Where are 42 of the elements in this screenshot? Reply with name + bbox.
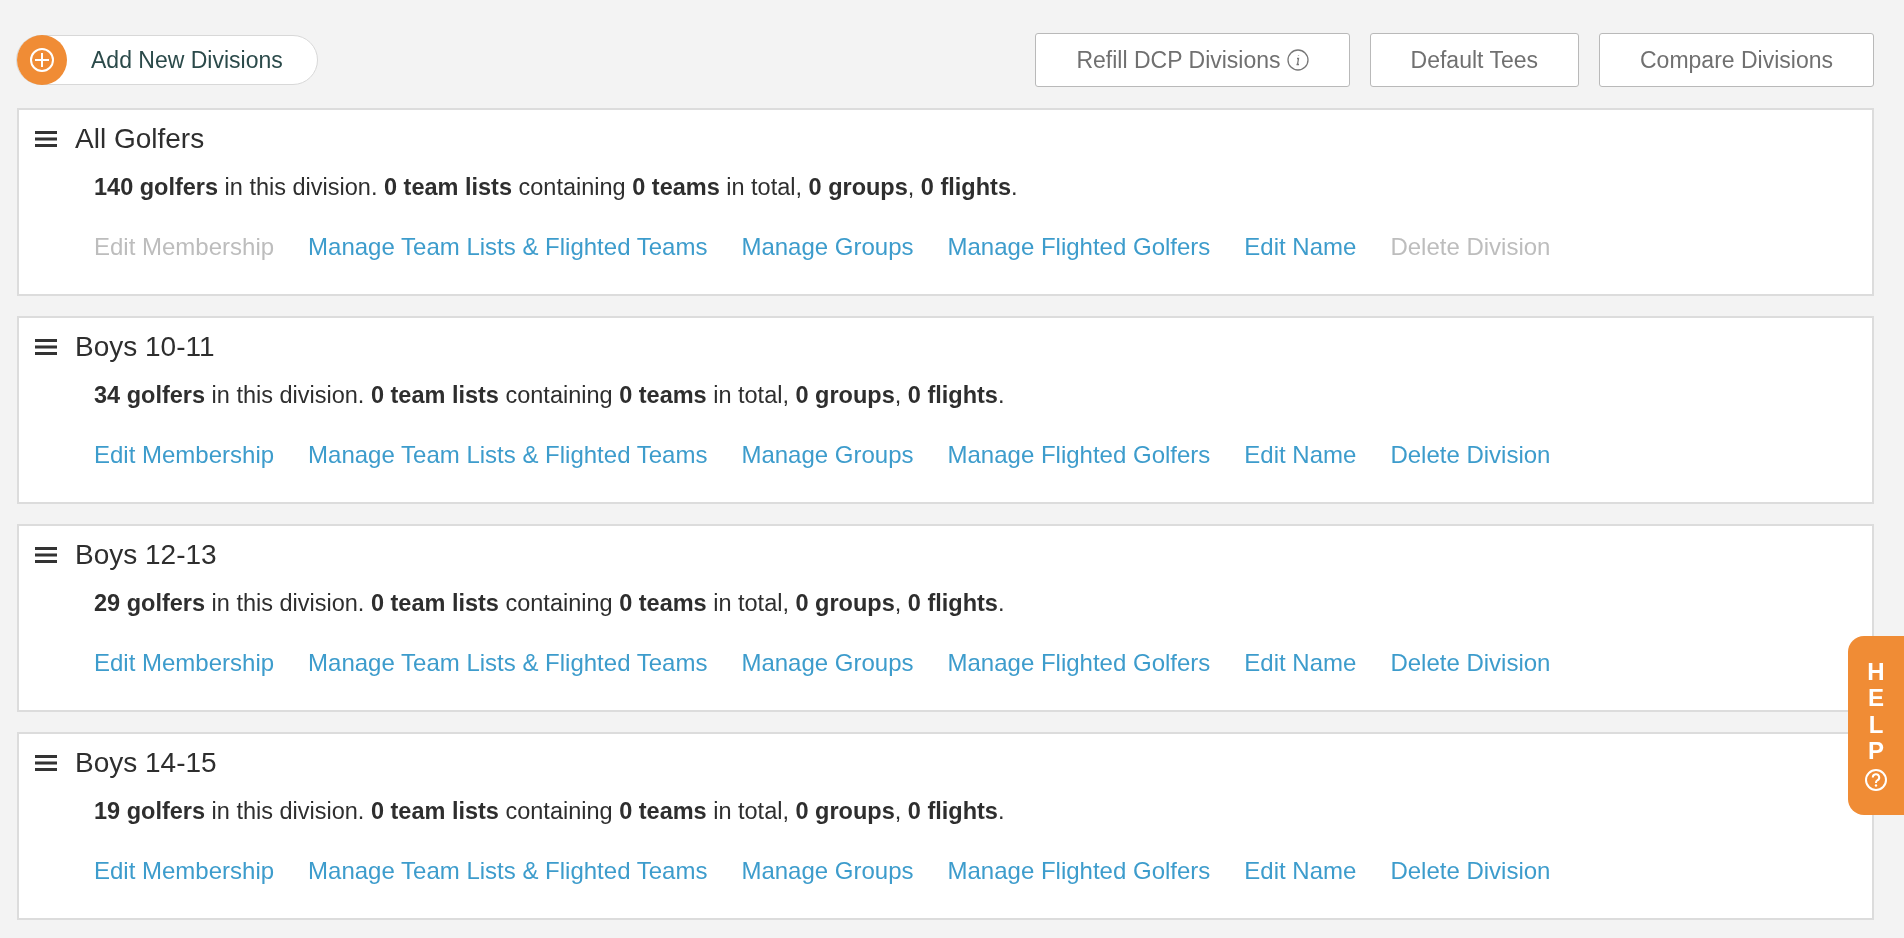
drag-handle-icon[interactable]: [35, 546, 57, 564]
drag-handle-icon[interactable]: [35, 754, 57, 772]
division-title: All Golfers: [75, 123, 205, 155]
division-title: Boys 10-11: [75, 331, 215, 363]
action-link[interactable]: Manage Flighted Golfers: [947, 233, 1211, 261]
action-link[interactable]: Edit Membership: [94, 441, 275, 469]
action-link[interactable]: Manage Groups: [741, 441, 914, 469]
division-title: Boys 14-15: [75, 747, 217, 779]
action-link[interactable]: Delete Division: [1390, 857, 1551, 885]
question-icon: [1864, 768, 1888, 793]
toolbar-button[interactable]: Default Tees: [1369, 33, 1579, 87]
action-link[interactable]: Manage Flighted Golfers: [947, 649, 1211, 677]
action-link[interactable]: Manage Flighted Golfers: [947, 857, 1211, 885]
action-link[interactable]: Manage Team Lists & Flighted Teams: [308, 233, 708, 261]
action-link[interactable]: Delete Division: [1390, 649, 1551, 677]
division-title: Boys 12-13: [75, 539, 217, 571]
action-link[interactable]: Edit Membership: [94, 649, 275, 677]
division-summary: 19 golfers in this division. 0 team lists containing 0 teams in total, 0 groups, 0 flights.: [94, 798, 1006, 825]
action-link[interactable]: Edit Name: [1244, 233, 1357, 261]
plus-icon: [17, 35, 67, 85]
drag-handle-icon[interactable]: [35, 338, 57, 356]
toolbar-button[interactable]: Refill DCP Divisions: [1035, 33, 1350, 87]
action-link[interactable]: Edit Name: [1244, 857, 1357, 885]
action-link[interactable]: Edit Name: [1244, 441, 1357, 469]
action-link[interactable]: Manage Flighted Golfers: [947, 441, 1211, 469]
division-summary: 29 golfers in this division. 0 team lists containing 0 teams in total, 0 groups, 0 flights.: [94, 590, 1006, 617]
info-icon: [1286, 49, 1309, 71]
action-link[interactable]: Manage Team Lists & Flighted Teams: [308, 441, 708, 469]
action-link[interactable]: Edit Membership: [94, 857, 275, 885]
drag-handle-icon[interactable]: [35, 130, 57, 148]
add-new-divisions-button[interactable]: Add New Divisions: [16, 35, 318, 85]
division-summary: 34 golfers in this division. 0 team lists containing 0 teams in total, 0 groups, 0 flights.: [94, 382, 1006, 409]
toolbar-button[interactable]: Compare Divisions: [1599, 33, 1874, 87]
division-summary: 140 golfers in this division. 0 team lists containing 0 teams in total, 0 groups, 0 flights.: [94, 174, 1019, 201]
action-link[interactable]: Edit Name: [1244, 649, 1357, 677]
action-link[interactable]: Delete Division: [1390, 441, 1551, 469]
action-link[interactable]: Manage Groups: [741, 857, 914, 885]
action-link[interactable]: Manage Groups: [741, 649, 914, 677]
action-link[interactable]: Manage Team Lists & Flighted Teams: [308, 649, 708, 677]
help-tab[interactable]: HELP: [1848, 636, 1904, 815]
action-link[interactable]: Manage Groups: [741, 233, 914, 261]
action-link[interactable]: Manage Team Lists & Flighted Teams: [308, 857, 708, 885]
